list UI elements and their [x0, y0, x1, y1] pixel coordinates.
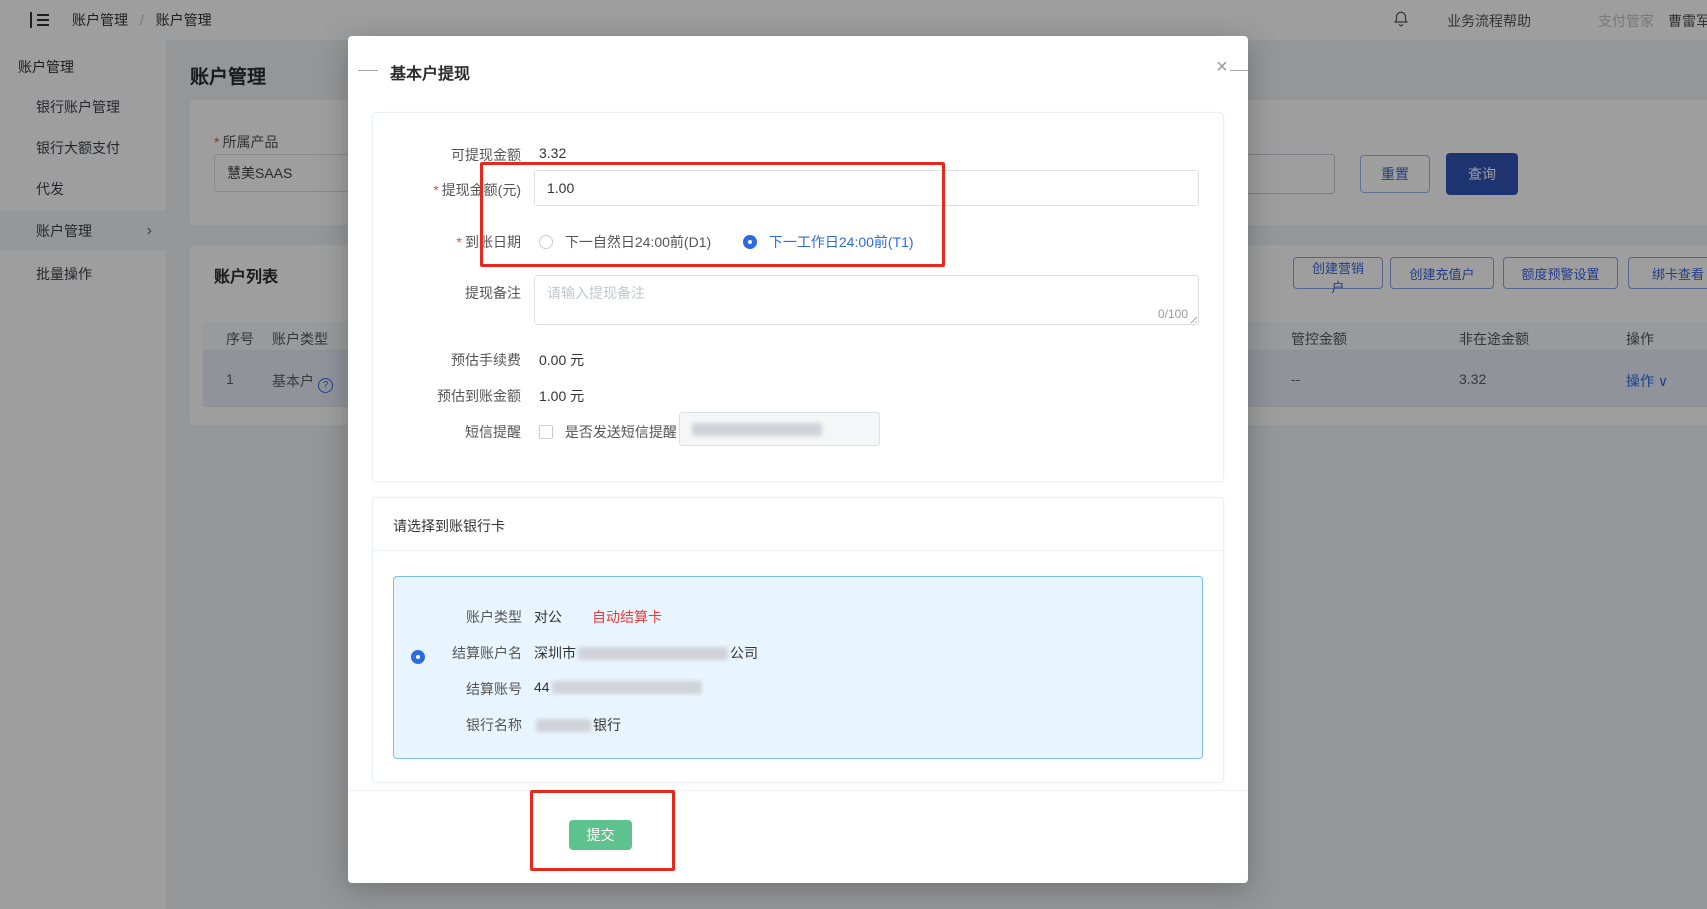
remark-label: 提现备注 — [373, 283, 521, 303]
header-dash-left — [358, 70, 378, 71]
radio-option-d1[interactable]: 下一自然日24:00前(D1) — [539, 232, 711, 252]
section-divider — [373, 550, 1223, 551]
sms-phone-input-disabled — [679, 412, 880, 446]
bank-card-section: 请选择到账银行卡 账户类型 对公 自动结算卡 结算账户名 深圳市公司 结算账号 … — [372, 497, 1224, 783]
fee-label: 预估手续费 — [373, 350, 521, 370]
settlement-account-name-label: 结算账户名 — [394, 643, 522, 663]
available-amount-label: 可提现金额 — [373, 145, 521, 165]
settlement-account-name-value: 深圳市公司 — [534, 643, 758, 663]
sms-label: 短信提醒 — [373, 422, 521, 442]
remark-textarea[interactable]: 请输入提现备注 0/100 — [534, 275, 1199, 325]
header-dash-right — [1230, 70, 1248, 71]
settlement-account-no-label: 结算账号 — [394, 679, 522, 699]
settlement-account-no-value: 44 — [534, 679, 704, 695]
arrival-amount-label: 预估到账金额 — [373, 386, 521, 406]
bank-card-option[interactable]: 账户类型 对公 自动结算卡 结算账户名 深圳市公司 结算账号 44 银行名称 银… — [393, 576, 1203, 759]
radio-selected-icon[interactable] — [743, 235, 757, 249]
basic-account-withdraw-modal: 基本户提现 × 可提现金额 3.32 *提现金额(元) 1.00 *到账日期 下… — [348, 36, 1248, 883]
modal-title: 基本户提现 — [390, 60, 470, 84]
arrival-date-label: *到账日期 — [373, 232, 521, 252]
withdraw-amount-label: *提现金额(元) — [373, 180, 521, 200]
redacted-account-name — [578, 647, 728, 660]
resize-handle[interactable] — [1188, 314, 1197, 323]
radio-t1-label: 下一工作日24:00前(T1) — [769, 234, 914, 250]
char-counter: 0/100 — [1158, 307, 1188, 321]
redacted-phone-number — [692, 423, 822, 436]
close-icon[interactable]: × — [1210, 56, 1234, 79]
required-marker: * — [457, 234, 462, 250]
submit-button[interactable]: 提交 — [569, 820, 632, 850]
required-marker: * — [433, 182, 438, 198]
available-amount-value: 3.32 — [539, 145, 566, 161]
withdraw-form-card: 可提现金额 3.32 *提现金额(元) 1.00 *到账日期 下一自然日24:0… — [372, 112, 1224, 482]
radio-unselected-icon[interactable] — [539, 235, 553, 249]
bank-name-value: 银行 — [534, 715, 621, 735]
bank-section-title: 请选择到账银行卡 — [393, 516, 505, 536]
sms-checkbox-label: 是否发送短信提醒 — [565, 424, 677, 440]
arrival-amount-value: 1.00 元 — [539, 386, 584, 406]
account-type-label: 账户类型 — [394, 607, 522, 627]
auto-settlement-tag: 自动结算卡 — [592, 607, 662, 627]
radio-option-t1[interactable]: 下一工作日24:00前(T1) — [743, 232, 914, 252]
footer-divider — [348, 790, 1248, 791]
sms-checkbox[interactable] — [539, 425, 553, 439]
remark-placeholder: 请输入提现备注 — [547, 283, 645, 303]
redacted-account-number — [552, 681, 702, 694]
bank-name-label: 银行名称 — [394, 715, 522, 735]
radio-d1-label: 下一自然日24:00前(D1) — [565, 234, 711, 250]
sms-checkbox-row: 是否发送短信提醒 — [539, 422, 677, 442]
redacted-bank-name — [536, 719, 591, 732]
account-type-value: 对公 — [534, 607, 562, 627]
fee-value: 0.00 元 — [539, 350, 584, 370]
withdraw-amount-input[interactable]: 1.00 — [534, 170, 1199, 206]
